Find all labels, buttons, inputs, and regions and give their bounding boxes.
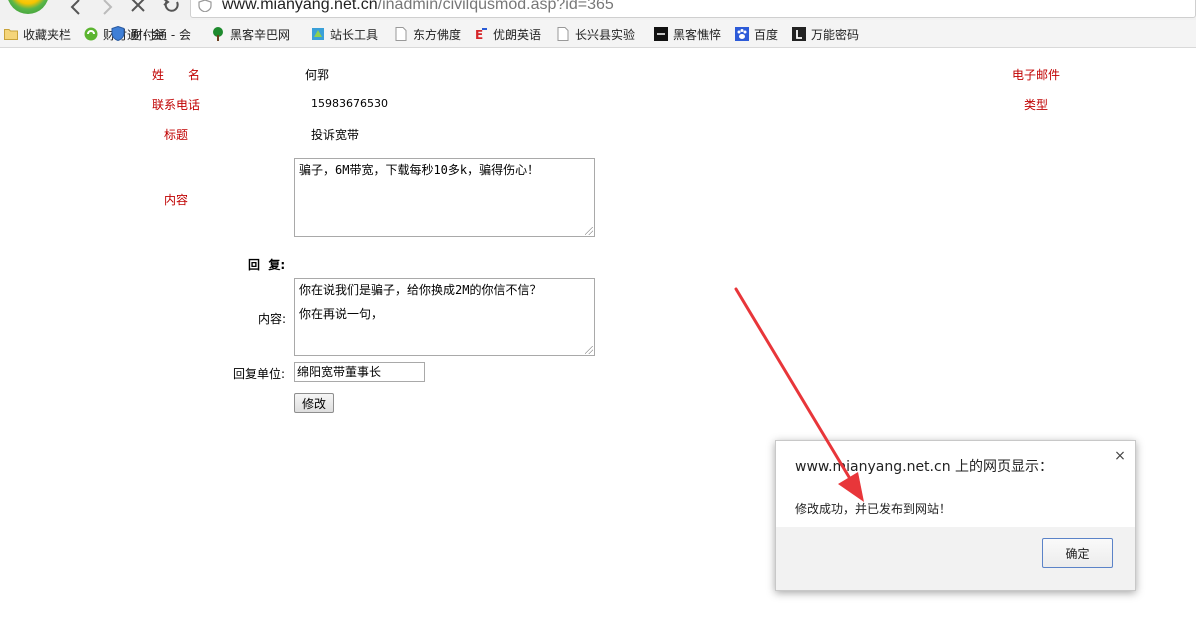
reply-heading: 回 复: (248, 258, 286, 272)
reply-content-textarea[interactable]: 你在说我们是骗子，给你换成2M的你信不信？ 你在再说一句， (294, 278, 595, 356)
forward-icon[interactable] (95, 0, 119, 18)
resize-grip-icon[interactable] (585, 227, 593, 235)
dialog-footer: 确定 (776, 527, 1135, 590)
security-shield-icon (198, 0, 212, 15)
reload-icon[interactable] (160, 0, 184, 18)
bookmark-favorites-bar[interactable]: 收藏夹栏 (4, 26, 71, 42)
address-bar-url[interactable]: www.mianyang.net.cn/inadmin/civilqusmod.… (222, 0, 614, 14)
bookmark-wanneng-mima[interactable]: 万能密码 (792, 26, 859, 42)
caifutong-icon (84, 27, 98, 41)
shield-icon (111, 25, 125, 44)
bookmark-youlang-english[interactable]: E 优朗英语 (474, 26, 541, 42)
bookmark-dongfang-fodu[interactable]: 东方佛度 (394, 26, 461, 42)
page-icon (394, 27, 408, 41)
english-icon: E (474, 27, 488, 41)
svg-text:E: E (475, 28, 483, 41)
modify-button[interactable]: 修改 (294, 393, 334, 413)
bookmark-caifutong-label[interactable]: 财付通 - 会 (131, 26, 191, 42)
bookmark-heike-qiaocui[interactable]: 黑客憔悴 (654, 26, 721, 42)
dialog-message-area: 修改成功，并已发布到网站！ (776, 485, 1135, 527)
dialog-message: 修改成功，并已发布到网站！ (795, 502, 952, 516)
back-icon[interactable] (64, 0, 88, 18)
paw-icon (735, 27, 749, 41)
email-label: 电子邮件 (1012, 68, 1061, 82)
reply-unit-input[interactable]: 绵阳宽带董事长 (294, 362, 425, 382)
dialog-title: www.mianyang.net.cn 上的网页显示： (795, 459, 1054, 475)
tree-icon (211, 27, 225, 41)
ok-button[interactable]: 确定 (1042, 538, 1113, 568)
l-icon (792, 27, 806, 41)
folder-icon (4, 27, 18, 41)
webmaster-icon (311, 27, 325, 41)
type-label: 类型 (1024, 98, 1049, 112)
black-square-icon (654, 27, 668, 41)
bookmark-baidu[interactable]: 百度 (735, 26, 778, 42)
title-label: 标题 (164, 128, 189, 142)
name-value: 何郛 (305, 68, 330, 82)
close-icon[interactable]: × (1113, 449, 1127, 463)
title-value: 投诉宽带 (311, 128, 360, 142)
name-label: 姓 名 (152, 68, 201, 82)
bookmark-webmaster-tools[interactable]: 站长工具 (311, 26, 378, 42)
content-label: 内容 (164, 193, 189, 207)
content-textarea[interactable]: 骗子，6M带宽，下载每秒10多k，骗得伤心！ (294, 158, 595, 237)
phone-label: 联系电话 (152, 98, 201, 112)
stop-icon[interactable] (126, 0, 150, 18)
bookmark-changxing-school[interactable]: 长兴县实验 (556, 26, 635, 42)
resize-grip-icon[interactable] (585, 346, 593, 354)
reply-unit-label: 回复单位: (233, 367, 286, 381)
alert-dialog: www.mianyang.net.cn 上的网页显示： × 修改成功，并已发布到… (775, 440, 1136, 591)
bookmark-heike-xinba[interactable]: 黑客辛巴网 (211, 26, 290, 42)
browser-logo-icon (0, 0, 54, 18)
reply-content-label: 内容: (258, 312, 287, 326)
page-icon (556, 27, 570, 41)
browser-toolbar: www.mianyang.net.cn/inadmin/civilqusmod.… (0, 0, 1196, 20)
phone-value: 15983676530 (311, 97, 388, 110)
